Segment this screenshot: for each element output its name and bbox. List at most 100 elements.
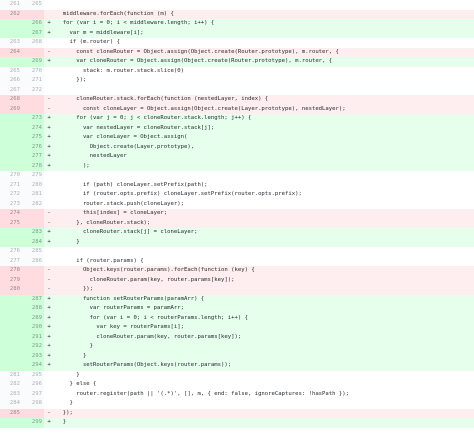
old-line-number[interactable]: 262	[0, 9, 22, 19]
old-line-number[interactable]: 277	[0, 256, 22, 266]
new-line-number[interactable]: 282	[22, 199, 44, 209]
old-line-number[interactable]	[0, 342, 22, 352]
old-line-number[interactable]: 281	[0, 370, 22, 380]
new-line-number[interactable]: 288	[22, 304, 44, 314]
diff-row-context: 282 296 } else {	[0, 380, 474, 390]
old-line-number[interactable]	[0, 304, 22, 314]
new-line-number[interactable]: 297	[22, 389, 44, 399]
new-line-number[interactable]: 283	[22, 228, 44, 238]
old-line-number[interactable]	[0, 361, 22, 371]
old-line-number[interactable]	[0, 332, 22, 342]
old-line-number[interactable]: 266	[0, 76, 22, 86]
old-line-number[interactable]	[0, 228, 22, 238]
old-line-number[interactable]: 283	[0, 389, 22, 399]
old-line-number[interactable]	[0, 323, 22, 333]
new-line-number[interactable]	[22, 408, 44, 418]
new-line-number[interactable]	[22, 266, 44, 276]
new-line-number[interactable]: 295	[22, 370, 44, 380]
new-line-number[interactable]	[22, 275, 44, 285]
old-line-number[interactable]: 264	[0, 47, 22, 57]
new-line-number[interactable]	[22, 95, 44, 105]
new-line-number[interactable]: 269	[22, 57, 44, 67]
new-line-number[interactable]: 286	[22, 256, 44, 266]
new-line-number[interactable]: 278	[22, 161, 44, 171]
old-line-number[interactable]: 285	[0, 408, 22, 418]
new-line-number[interactable]	[22, 9, 44, 19]
old-line-number[interactable]: 273	[0, 199, 22, 209]
old-line-number[interactable]: 280	[0, 285, 22, 295]
new-line-number[interactable]: 275	[22, 133, 44, 143]
old-line-number[interactable]	[0, 313, 22, 323]
code-line: } else {	[56, 381, 97, 387]
old-line-number[interactable]	[0, 351, 22, 361]
old-line-number[interactable]: 284	[0, 399, 22, 409]
old-line-number[interactable]	[0, 142, 22, 152]
old-line-number[interactable]: 275	[0, 218, 22, 228]
old-line-number[interactable]: 272	[0, 190, 22, 200]
old-line-number[interactable]: 265	[0, 66, 22, 76]
new-line-number[interactable]	[22, 285, 44, 295]
diff-row-context: 276 285	[0, 247, 474, 257]
new-line-number[interactable]: 289	[22, 313, 44, 323]
old-line-number[interactable]: 276	[0, 247, 22, 257]
old-line-number[interactable]	[0, 57, 22, 67]
new-line-number[interactable]: 299	[22, 418, 44, 428]
diff-sign: +	[47, 153, 51, 159]
new-line-number[interactable]: 268	[22, 38, 44, 48]
new-line-number[interactable]: 279	[22, 171, 44, 181]
new-line-number[interactable]: 280	[22, 180, 44, 190]
old-line-number[interactable]	[0, 161, 22, 171]
new-line-number[interactable]: 265	[22, 0, 44, 10]
old-line-number[interactable]: 274	[0, 209, 22, 219]
new-line-number[interactable]: 266	[22, 19, 44, 29]
new-line-number[interactable]: 290	[22, 323, 44, 333]
new-line-number[interactable]: 277	[22, 152, 44, 162]
diff-sign	[44, 10, 54, 20]
old-line-number[interactable]: 278	[0, 266, 22, 276]
old-line-number[interactable]: 279	[0, 275, 22, 285]
new-line-number[interactable]: 281	[22, 190, 44, 200]
old-line-number[interactable]: 270	[0, 171, 22, 181]
old-line-number[interactable]: 269	[0, 104, 22, 114]
new-line-number[interactable]: 276	[22, 142, 44, 152]
old-line-number[interactable]	[0, 418, 22, 428]
new-line-number[interactable]: 293	[22, 351, 44, 361]
new-line-number[interactable]: 267	[22, 28, 44, 38]
new-line-number[interactable]: 273	[22, 114, 44, 124]
new-line-number[interactable]: 292	[22, 342, 44, 352]
code-line: function setRouterParams(paramArr) {	[56, 295, 205, 302]
old-line-number[interactable]	[0, 123, 22, 133]
new-line-number[interactable]: 272	[22, 85, 44, 95]
old-line-number[interactable]: 267	[0, 85, 22, 95]
old-line-number[interactable]	[0, 152, 22, 162]
old-line-number[interactable]	[0, 114, 22, 124]
diff-sign	[44, 190, 54, 200]
old-line-number[interactable]: 282	[0, 380, 22, 390]
old-line-number[interactable]: 268	[0, 95, 22, 105]
old-line-number[interactable]	[0, 294, 22, 304]
old-line-number[interactable]	[0, 19, 22, 29]
new-line-number[interactable]: 270	[22, 66, 44, 76]
old-line-number[interactable]	[0, 237, 22, 247]
new-line-number[interactable]	[22, 218, 44, 228]
diff-row-addition: 275 + var cloneLayer = Object.assign(	[0, 133, 474, 143]
new-line-number[interactable]: 294	[22, 361, 44, 371]
diff-row-context: 261 265	[0, 0, 474, 10]
old-line-number[interactable]	[0, 133, 22, 143]
new-line-number[interactable]: 284	[22, 237, 44, 247]
new-line-number[interactable]: 274	[22, 123, 44, 133]
new-line-number[interactable]: 285	[22, 247, 44, 257]
new-line-number[interactable]	[22, 47, 44, 57]
old-line-number[interactable]: 263	[0, 38, 22, 48]
new-line-number[interactable]	[22, 104, 44, 114]
new-line-number[interactable]: 287	[22, 294, 44, 304]
new-line-number[interactable]: 296	[22, 380, 44, 390]
new-line-number[interactable]	[22, 209, 44, 219]
new-line-number[interactable]: 298	[22, 399, 44, 409]
new-line-number[interactable]: 291	[22, 332, 44, 342]
new-line-number[interactable]: 271	[22, 76, 44, 86]
old-line-number[interactable]: 271	[0, 180, 22, 190]
old-line-number[interactable]	[0, 28, 22, 38]
old-line-number[interactable]: 261	[0, 0, 22, 10]
